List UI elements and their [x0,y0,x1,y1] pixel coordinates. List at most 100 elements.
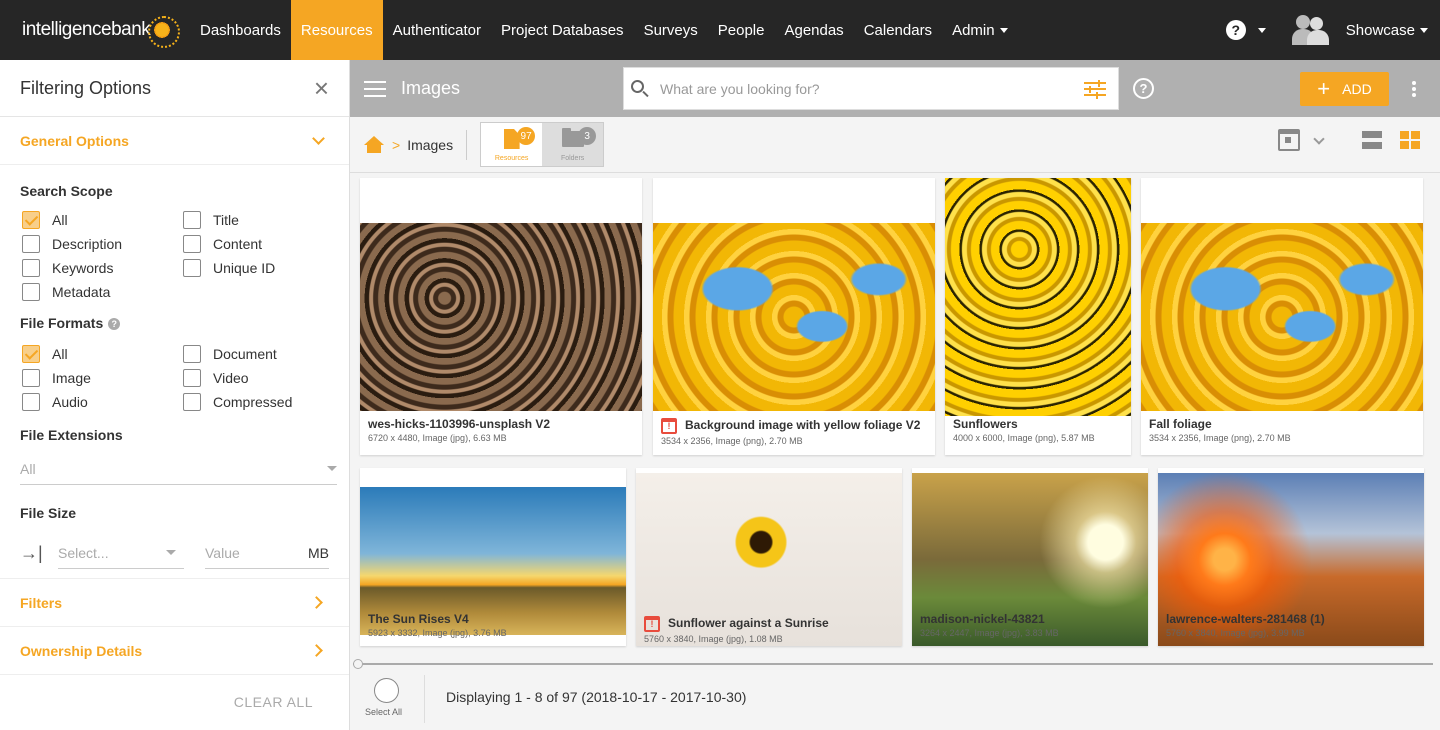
file-size-operator-select[interactable]: Select... [58,537,184,569]
checkbox-label: All [52,212,68,228]
nav-resources[interactable]: Resources [290,0,383,60]
caret-down-icon [1257,27,1266,33]
format-audio-checkbox[interactable]: Audio [22,393,183,411]
checkbox-label: All [52,346,68,362]
nav-admin[interactable]: Admin [942,0,1018,60]
resource-card[interactable]: ! Background image with yellow foliage V2… [653,178,935,455]
scope-content-checkbox[interactable]: Content [183,235,343,253]
nav-agendas[interactable]: Agendas [774,0,853,60]
tab-label: Folders [560,155,585,162]
checkbox-icon [183,211,201,229]
checkbox-label: Metadata [52,284,111,300]
nav-dashboards[interactable]: Dashboards [190,0,291,60]
help-icon[interactable]: ? [1133,78,1154,99]
toolbar: Images ? + ADD [350,60,1440,117]
checkbox-icon [183,259,201,277]
resource-card[interactable]: ! Sunflower against a Sunrise 5760 x 3840… [636,468,902,646]
scope-unique-id-checkbox[interactable]: Unique ID [183,259,343,277]
home-icon[interactable] [364,136,384,153]
caret-down-icon [166,550,176,555]
resource-card[interactable]: lawrence-walters-281468 (1) 5760 x 3840,… [1158,468,1424,646]
select-all-label: Select All [365,707,403,717]
format-image-checkbox[interactable]: Image [22,369,183,387]
user-avatar-icon[interactable] [1291,13,1330,47]
checkbox-label: Document [213,346,277,362]
tab-resources[interactable]: 97 Resources [481,123,543,166]
resource-meta: 3264 x 2447, Image (jpg), 3.83 MB [920,628,1059,638]
nav-authenticator[interactable]: Authenticator [383,0,491,60]
caret-down-icon [999,27,1008,33]
search-scope-options: All Title Description Content Keywords U… [0,211,349,301]
select-all-toggle[interactable] [374,678,399,703]
resource-name: Sunflower against a Sunrise [668,616,829,631]
question-icon[interactable]: ? [108,318,121,331]
resource-card[interactable]: The Sun Rises V4 5923 x 3332, Image (jpg… [360,468,626,646]
nav-admin-label: Admin [952,21,995,39]
tab-folders[interactable]: 3 Folders [542,123,604,166]
resource-name: madison-nickel-43821 [920,612,1045,626]
general-options-toggle[interactable]: General Options [0,117,349,165]
filter-sliders-icon[interactable] [1084,80,1106,99]
grid-view-icon[interactable] [1400,131,1420,149]
filtering-sidebar: Filtering Options × General Options Sear… [0,60,350,730]
checkbox-label: Description [52,236,123,252]
add-button[interactable]: + ADD [1300,72,1389,106]
more-options-icon[interactable] [1412,81,1416,97]
caret-down-icon [1420,27,1428,33]
clear-all-button[interactable]: CLEAR ALL [234,694,313,710]
file-size-value-field[interactable]: Value MB [205,537,329,569]
resources-count-badge: 97 [517,127,536,145]
file-size-heading: File Size [20,505,77,521]
list-view-icon[interactable] [1362,131,1382,149]
nav-surveys[interactable]: Surveys [634,0,708,60]
scope-all-checkbox[interactable]: All [22,211,183,229]
resource-meta: 3534 x 2356, Image (png), 2.70 MB [1149,433,1291,443]
logo[interactable]: intelligencebank [0,0,190,60]
user-name: Showcase [1345,21,1415,39]
file-extensions-value: All [20,460,36,477]
scope-metadata-checkbox[interactable]: Metadata [22,283,183,301]
nav-project-databases[interactable]: Project Databases [491,0,634,60]
format-video-checkbox[interactable]: Video [183,369,343,387]
horizontal-scrollbar[interactable] [353,659,1433,669]
scrollbar-handle[interactable] [353,659,363,669]
checkbox-icon [22,369,40,387]
format-all-checkbox[interactable]: All [22,345,183,363]
checkbox-icon [183,235,201,253]
search-icon [631,79,649,98]
resource-name: wes-hicks-1103996-unsplash V2 [368,417,551,431]
file-extensions-select[interactable]: All [20,453,337,485]
arrow-to-bar-icon[interactable]: →| [20,543,58,564]
format-compressed-checkbox[interactable]: Compressed [183,393,343,411]
file-size-unit: MB [308,544,329,561]
close-icon[interactable]: × [314,75,329,101]
thumbnail-image [1141,223,1423,411]
general-options-label: General Options [20,132,129,149]
search-input[interactable] [660,80,1060,97]
checkbox-label: Image [52,370,91,386]
folders-count-badge: 3 [578,127,597,145]
nav-calendars[interactable]: Calendars [854,0,942,60]
scope-description-checkbox[interactable]: Description [22,235,183,253]
file-formats-heading: File Formats? [0,315,349,331]
scope-title-checkbox[interactable]: Title [183,211,343,229]
calendar-icon[interactable] [1278,129,1300,151]
filters-toggle[interactable]: Filters [0,579,349,627]
resource-card[interactable]: madison-nickel-43821 3264 x 2447, Image … [912,468,1148,646]
resource-card[interactable]: wes-hicks-1103996-unsplash V2 6720 x 448… [360,178,642,455]
scope-keywords-checkbox[interactable]: Keywords [22,259,183,277]
nav-people[interactable]: People [708,0,775,60]
file-size-operator-placeholder: Select... [58,544,109,561]
resource-card[interactable]: Fall foliage 3534 x 2356, Image (png), 2… [1141,178,1423,455]
user-menu[interactable]: Showcase [1346,22,1428,39]
resource-card[interactable]: Sunflowers 4000 x 6000, Image (png), 5.8… [945,178,1131,455]
hamburger-menu-icon[interactable] [364,80,386,97]
chevron-down-icon[interactable] [1313,133,1325,145]
ownership-details-toggle[interactable]: Ownership Details [0,627,349,675]
plus-icon: + [1317,76,1331,101]
checkbox-label: Content [213,236,263,252]
help-menu[interactable]: ? [1225,20,1266,40]
file-formats-label: File Formats [20,315,104,331]
format-document-checkbox[interactable]: Document [183,345,343,363]
resource-name: Fall foliage [1149,417,1212,431]
